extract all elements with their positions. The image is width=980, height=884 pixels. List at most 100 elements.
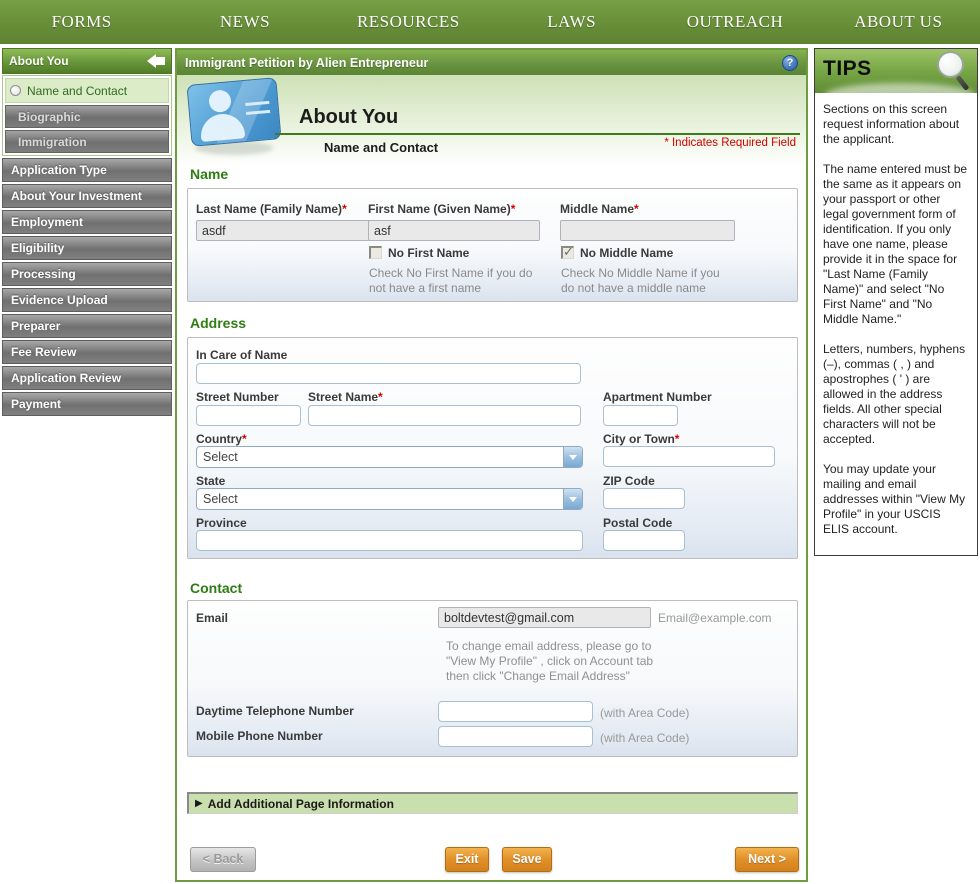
no-first-name-checkbox[interactable] bbox=[369, 246, 382, 259]
province-input[interactable] bbox=[196, 530, 583, 551]
address-section-heading: Address bbox=[190, 315, 247, 331]
first-name-input[interactable] bbox=[368, 220, 540, 241]
sidebar-item-application-type[interactable]: Application Type bbox=[2, 158, 172, 182]
sidebar-item-fee-review[interactable]: Fee Review bbox=[2, 340, 172, 364]
tips-title: TIPS bbox=[823, 57, 872, 80]
in-care-of-label: In Care of Name bbox=[196, 348, 288, 362]
sidebar-item-label: Processing bbox=[11, 267, 76, 281]
exit-button[interactable]: Exit bbox=[445, 847, 489, 872]
sidebar-item-label: Immigration bbox=[18, 134, 87, 149]
no-middle-name-checkbox[interactable] bbox=[561, 244, 574, 260]
sidebar-item-employment[interactable]: Employment bbox=[2, 210, 172, 234]
dropdown-arrow-icon[interactable] bbox=[563, 489, 582, 509]
street-number-label: Street Number bbox=[196, 390, 279, 404]
name-section-heading: Name bbox=[190, 166, 229, 182]
collapse-arrow-icon[interactable] bbox=[147, 54, 165, 68]
magnifier-icon bbox=[937, 51, 971, 91]
province-label: Province bbox=[196, 516, 247, 530]
back-button[interactable]: < Back bbox=[190, 847, 256, 872]
tips-paragraph: Letters, numbers, hyphens (–), commas ( … bbox=[823, 342, 966, 446]
sidebar-item-eligibility[interactable]: Eligibility bbox=[2, 236, 172, 260]
sidebar-item-label: Application Review bbox=[11, 371, 122, 385]
tips-paragraph: The name entered must be the same as it … bbox=[823, 162, 968, 326]
sidebar-item-label: Name and Contact bbox=[27, 83, 128, 98]
sidebar-item-label: Employment bbox=[11, 215, 84, 229]
tips-header: TIPS bbox=[815, 49, 977, 93]
save-button[interactable]: Save bbox=[502, 847, 552, 872]
contact-section-heading: Contact bbox=[190, 580, 243, 596]
middle-name-label: Middle Name* bbox=[560, 202, 639, 216]
apartment-number-input[interactable] bbox=[603, 405, 678, 426]
section-sidebar: About You Name and Contact Biographic Im… bbox=[2, 48, 172, 416]
address-section-box: In Care of Name Street Number Street Nam… bbox=[187, 337, 798, 559]
nav-item-about-us[interactable]: ABOUT US bbox=[817, 12, 980, 32]
postal-code-label: Postal Code bbox=[603, 516, 673, 530]
nav-item-outreach[interactable]: OUTREACH bbox=[653, 12, 816, 32]
tips-paragraph: Sections on this screen request informat… bbox=[823, 102, 960, 146]
page-subtitle: Name and Contact bbox=[324, 140, 439, 155]
help-icon[interactable]: ? bbox=[782, 54, 798, 71]
street-name-input[interactable] bbox=[308, 405, 581, 426]
sidebar-item-evidence-upload[interactable]: Evidence Upload bbox=[2, 288, 172, 312]
dropdown-arrow-icon[interactable] bbox=[563, 447, 582, 467]
country-select[interactable]: Select bbox=[196, 446, 583, 468]
expander-label: Add Additional Page Information bbox=[207, 796, 394, 811]
state-label: State bbox=[196, 474, 226, 488]
no-first-name-help: Check No First Name if you do not have a… bbox=[369, 266, 533, 295]
sidebar-item-label: Payment bbox=[11, 397, 62, 411]
last-name-label: Last Name (Family Name)* bbox=[196, 202, 347, 216]
sidebar-item-application-review[interactable]: Application Review bbox=[2, 366, 172, 390]
nav-item-news[interactable]: NEWS bbox=[163, 12, 326, 32]
zip-code-input[interactable] bbox=[603, 488, 685, 509]
sidebar-item-label: Eligibility bbox=[11, 241, 65, 255]
page-title: About You bbox=[299, 106, 399, 128]
state-select[interactable]: Select bbox=[196, 488, 583, 510]
email-input[interactable] bbox=[438, 607, 651, 628]
required-asterisk: * bbox=[634, 202, 639, 216]
daytime-phone-input[interactable] bbox=[438, 701, 593, 722]
id-card-icon bbox=[185, 77, 285, 163]
top-navigation: FORMS NEWS RESOURCES LAWS OUTREACH ABOUT… bbox=[0, 0, 980, 44]
next-button[interactable]: Next > bbox=[735, 847, 799, 872]
sidebar-item-label: Biographic bbox=[18, 109, 81, 124]
email-format-hint: Email@example.com bbox=[658, 611, 772, 625]
country-selected-value: Select bbox=[203, 450, 238, 464]
sidebar-item-about-your-investment[interactable]: About Your Investment bbox=[2, 184, 172, 208]
required-asterisk: * bbox=[242, 432, 247, 446]
sidebar-item-immigration[interactable]: Immigration bbox=[5, 130, 169, 153]
sidebar-item-preparer[interactable]: Preparer bbox=[2, 314, 172, 338]
street-name-label: Street Name* bbox=[308, 390, 383, 404]
sidebar-item-processing[interactable]: Processing bbox=[2, 262, 172, 286]
city-input[interactable] bbox=[603, 446, 775, 467]
required-field-note: * Indicates Required Field bbox=[664, 137, 796, 149]
daytime-phone-label: Daytime Telephone Number bbox=[196, 704, 354, 718]
form-title: Immigrant Petition by Alien Entrepreneur bbox=[185, 55, 429, 70]
in-care-of-input[interactable] bbox=[196, 363, 581, 384]
nav-item-resources[interactable]: RESOURCES bbox=[327, 12, 490, 32]
add-additional-page-info-expander[interactable]: ▶ Add Additional Page Information bbox=[187, 792, 798, 814]
sidebar-section-about-you[interactable]: About You bbox=[2, 48, 172, 74]
sidebar-item-label: About Your Investment bbox=[11, 189, 142, 203]
form-title-bar: Immigrant Petition by Alien Entrepreneur… bbox=[177, 50, 806, 75]
no-middle-name-label: No Middle Name bbox=[580, 246, 674, 260]
nav-item-laws[interactable]: LAWS bbox=[490, 12, 653, 32]
last-name-input[interactable] bbox=[196, 220, 371, 241]
postal-code-input[interactable] bbox=[603, 530, 685, 551]
nav-item-forms[interactable]: FORMS bbox=[0, 12, 163, 32]
required-asterisk: * bbox=[674, 432, 680, 446]
email-label: Email bbox=[196, 611, 229, 625]
page: FORMS NEWS RESOURCES LAWS OUTREACH ABOUT… bbox=[0, 0, 980, 884]
street-number-input[interactable] bbox=[196, 405, 301, 426]
sidebar-item-biographic[interactable]: Biographic bbox=[5, 105, 169, 128]
sidebar-item-label: Fee Review bbox=[11, 345, 77, 359]
required-asterisk: * bbox=[378, 390, 383, 404]
sidebar-item-label: Preparer bbox=[11, 319, 61, 333]
sidebar-item-payment[interactable]: Payment bbox=[2, 392, 172, 416]
sidebar-item-label: Evidence Upload bbox=[11, 293, 108, 307]
title-divider bbox=[275, 133, 800, 135]
required-asterisk: * bbox=[342, 202, 347, 216]
sidebar-item-name-and-contact[interactable]: Name and Contact bbox=[5, 78, 169, 103]
middle-name-input[interactable] bbox=[560, 220, 735, 241]
mobile-phone-input[interactable] bbox=[438, 726, 593, 747]
first-name-label: First Name (Given Name)* bbox=[368, 202, 516, 216]
